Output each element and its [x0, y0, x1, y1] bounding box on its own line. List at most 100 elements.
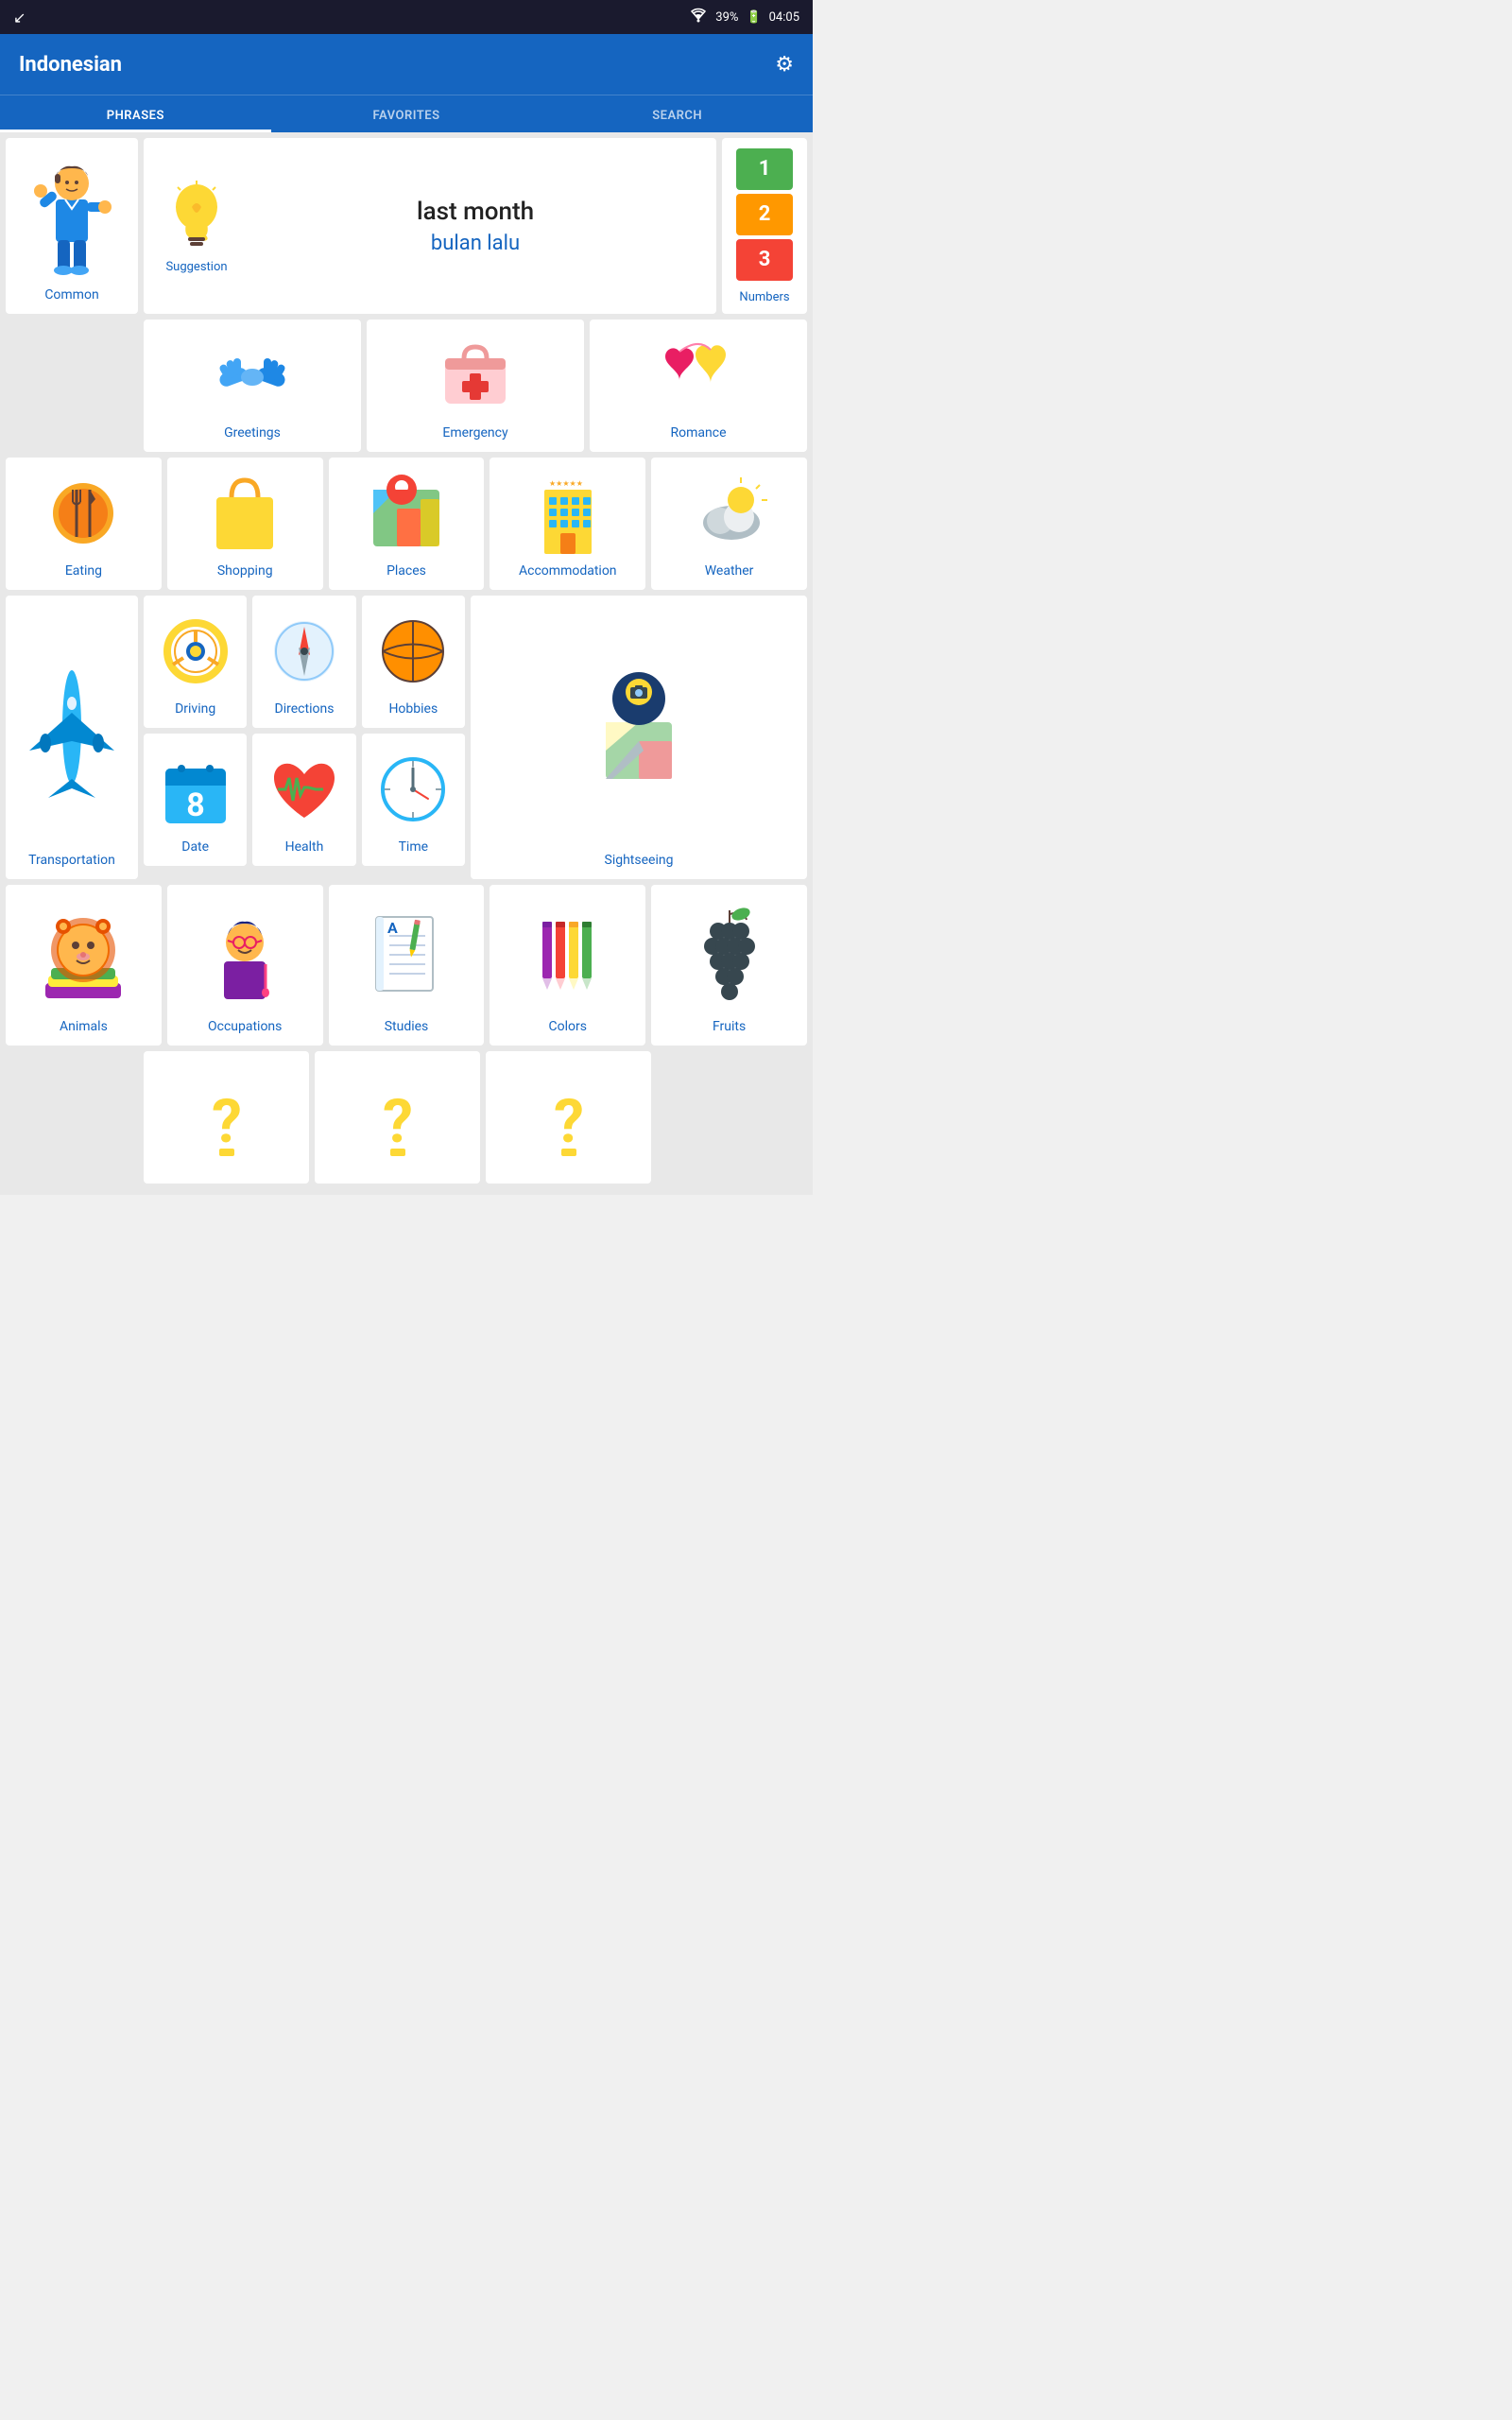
category-animals[interactable]: Animals [6, 885, 162, 1046]
suggestion-icon-area: Suggestion [159, 179, 234, 274]
eating-icon [13, 471, 154, 556]
category-unknown2[interactable]: ? [315, 1051, 480, 1184]
suggestion-text: last month bulan lalu [249, 198, 701, 255]
row-3: Eating Shopping [6, 458, 807, 590]
category-colors[interactable]: Colors [490, 885, 645, 1046]
category-shopping[interactable]: Shopping [167, 458, 323, 590]
category-emergency[interactable]: Emergency [367, 320, 584, 452]
eating-label: Eating [65, 563, 102, 579]
main-content: Common Suggestion las [0, 132, 813, 1195]
category-eating[interactable]: Eating [6, 458, 162, 590]
svg-text:?: ? [554, 1086, 584, 1157]
hobbies-icon [369, 609, 457, 694]
colors-icon [497, 898, 638, 1011]
studies-label: Studies [385, 1019, 429, 1034]
category-driving[interactable]: Driving [144, 596, 247, 728]
fruits-icon [659, 898, 799, 1011]
hobbies-label: Hobbies [388, 701, 438, 717]
category-romance[interactable]: Romance [590, 320, 807, 452]
category-accommodation[interactable]: ★★★★★ Accommo [490, 458, 645, 590]
driving-label: Driving [175, 701, 215, 717]
directions-icon [260, 609, 348, 694]
category-time[interactable]: Time [362, 734, 465, 866]
category-date[interactable]: 8 Date [144, 734, 247, 866]
num-block-3: 3 [736, 239, 793, 281]
time-icon [369, 747, 457, 832]
svg-text:?: ? [383, 1086, 413, 1157]
svg-text:8: 8 [186, 786, 205, 824]
category-health[interactable]: Health [252, 734, 355, 866]
sightseeing-icon [478, 609, 799, 845]
emergency-label: Emergency [442, 425, 507, 441]
shopping-icon [175, 471, 316, 556]
app-title: Indonesian [19, 53, 122, 77]
romance-label: Romance [671, 425, 727, 441]
time-display: 04:05 [769, 10, 799, 25]
occupations-label: Occupations [208, 1019, 282, 1034]
weather-label: Weather [705, 563, 754, 579]
common-label: Common [44, 287, 98, 302]
suggestion-label: Suggestion [165, 260, 227, 274]
category-common[interactable]: Common [6, 138, 138, 314]
animals-label: Animals [60, 1019, 108, 1034]
svg-text:A: A [387, 919, 398, 937]
category-transportation[interactable]: Transportation [6, 596, 138, 879]
places-label: Places [387, 563, 426, 579]
svg-text:★★★★★: ★★★★★ [549, 479, 583, 488]
category-greetings[interactable]: Greetings [144, 320, 361, 452]
occupations-icon [175, 898, 316, 1011]
unknown3-icon: ? [493, 1064, 644, 1172]
tabs-bar: PHRASES FAVORITES SEARCH [0, 95, 813, 132]
unknown1-icon: ? [151, 1064, 301, 1172]
weather-icon [659, 471, 799, 556]
category-occupations[interactable]: Occupations [167, 885, 323, 1046]
suggestion-english: last month [249, 198, 701, 226]
accommodation-icon: ★★★★★ [497, 471, 638, 556]
tab-favorites[interactable]: FAVORITES [271, 95, 542, 132]
suggestion-translation: bulan lalu [249, 232, 701, 255]
category-weather[interactable]: Weather [651, 458, 807, 590]
date-label: Date [181, 839, 209, 855]
category-sightseeing[interactable]: Sightseeing [471, 596, 807, 879]
unknown2-icon: ? [322, 1064, 472, 1172]
category-numbers[interactable]: 1 2 3 Numbers [722, 138, 807, 314]
greetings-label: Greetings [224, 425, 281, 441]
category-unknown1[interactable]: ? [144, 1051, 309, 1184]
settings-button[interactable]: ⚙ [775, 53, 794, 77]
places-icon [336, 471, 477, 556]
category-directions[interactable]: Directions [252, 596, 355, 728]
wifi-icon [689, 8, 708, 26]
status-bar: ↙ 39% 🔋 04:05 [0, 0, 813, 34]
row-6: ? ? ? [6, 1051, 807, 1184]
tab-search[interactable]: SEARCH [541, 95, 813, 132]
num-block-2: 2 [736, 194, 793, 235]
directions-label: Directions [275, 701, 335, 717]
colors-label: Colors [549, 1019, 587, 1034]
accommodation-label: Accommodation [519, 563, 617, 579]
svg-text:?: ? [212, 1086, 242, 1157]
category-hobbies[interactable]: Hobbies [362, 596, 465, 728]
category-places[interactable]: Places [329, 458, 485, 590]
common-icon [11, 147, 132, 280]
battery-text: 39% [715, 10, 738, 25]
transportation-icon [13, 609, 130, 845]
fruits-label: Fruits [713, 1019, 746, 1034]
suggestion-card[interactable]: Suggestion last month bulan lalu [144, 138, 716, 314]
driving-icon [151, 609, 239, 694]
sightseeing-label: Sightseeing [605, 853, 674, 868]
transportation-label: Transportation [28, 853, 115, 868]
time-label: Time [399, 839, 428, 855]
greetings-icon [151, 333, 353, 418]
date-icon: 8 [151, 747, 239, 832]
health-icon [260, 747, 348, 832]
row-2: Greetings Emergency [144, 320, 807, 452]
emergency-icon [374, 333, 576, 418]
category-unknown3[interactable]: ? [486, 1051, 651, 1184]
tab-phrases[interactable]: PHRASES [0, 95, 271, 132]
studies-icon: A [336, 898, 477, 1011]
animals-icon [13, 898, 154, 1011]
category-studies[interactable]: A Studies [329, 885, 485, 1046]
category-fruits[interactable]: Fruits [651, 885, 807, 1046]
health-label: Health [285, 839, 324, 855]
row-5: Animals [6, 885, 807, 1046]
